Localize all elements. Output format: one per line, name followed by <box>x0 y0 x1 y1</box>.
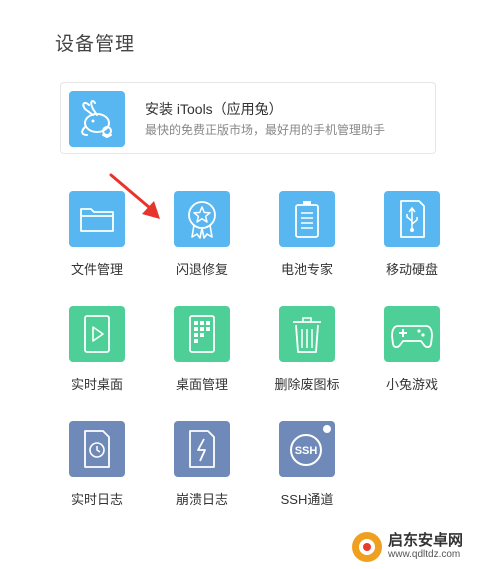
tile-label: 移动硬盘 <box>385 262 438 277</box>
tile-label: 小兔游戏 <box>385 377 438 392</box>
rabbit-icon <box>69 91 125 147</box>
tile-mobile-drive[interactable]: 移动硬盘 <box>364 191 464 291</box>
tile-ssh-channel[interactable]: SSH SSH通道 <box>259 421 359 521</box>
ssh-icon: SSH <box>279 421 335 477</box>
ssh-badge-text: SSH <box>295 445 318 457</box>
watermark-url: www.qdltdz.com <box>388 549 461 560</box>
banner-subtitle: 最快的免费正版市场，最好用的手机管理助手 <box>145 123 386 137</box>
clock-doc-icon <box>69 421 125 477</box>
lightning-doc-icon <box>174 421 230 477</box>
tile-bunny-games[interactable]: 小兔游戏 <box>364 306 464 406</box>
grid-icon <box>174 306 230 362</box>
play-icon <box>69 306 125 362</box>
tile-battery-expert[interactable]: 电池专家 <box>259 191 359 291</box>
tile-crash-log[interactable]: 崩溃日志 <box>154 421 254 521</box>
battery-icon <box>279 191 335 247</box>
tile-label: 崩溃日志 <box>175 492 228 507</box>
tile-label: 实时桌面 <box>70 377 123 392</box>
tile-label: 实时日志 <box>70 492 123 507</box>
tile-delete-icons[interactable]: 删除废图标 <box>259 306 359 406</box>
red-arrow-icon <box>108 172 168 229</box>
banner-title: 安装 iTools（应用兔） <box>145 101 283 117</box>
badge-star-icon <box>174 191 230 247</box>
trash-icon <box>279 306 335 362</box>
tile-label: 删除废图标 <box>274 377 340 392</box>
tile-label: SSH通道 <box>280 492 334 507</box>
tile-label: 闪退修复 <box>175 262 228 277</box>
tile-crash-repair[interactable]: 闪退修复 <box>154 191 254 291</box>
tile-live-desktop[interactable]: 实时桌面 <box>49 306 149 406</box>
gamepad-icon <box>384 306 440 362</box>
tile-label: 电池专家 <box>280 262 333 277</box>
watermark-name: 启东安卓网 <box>388 532 464 549</box>
tile-label: 文件管理 <box>70 262 123 277</box>
usb-drive-icon <box>384 191 440 247</box>
page-title: 设备管理 <box>55 34 136 55</box>
watermark-logo-icon <box>352 532 382 562</box>
site-watermark: 启东安卓网 www.qdltdz.com <box>350 527 478 567</box>
tile-desktop-manager[interactable]: 桌面管理 <box>154 306 254 406</box>
install-itools-banner[interactable]: 安装 iTools（应用兔） 最快的免费正版市场，最好用的手机管理助手 <box>60 82 436 154</box>
tile-label: 桌面管理 <box>175 377 228 392</box>
tile-live-log[interactable]: 实时日志 <box>49 421 149 521</box>
